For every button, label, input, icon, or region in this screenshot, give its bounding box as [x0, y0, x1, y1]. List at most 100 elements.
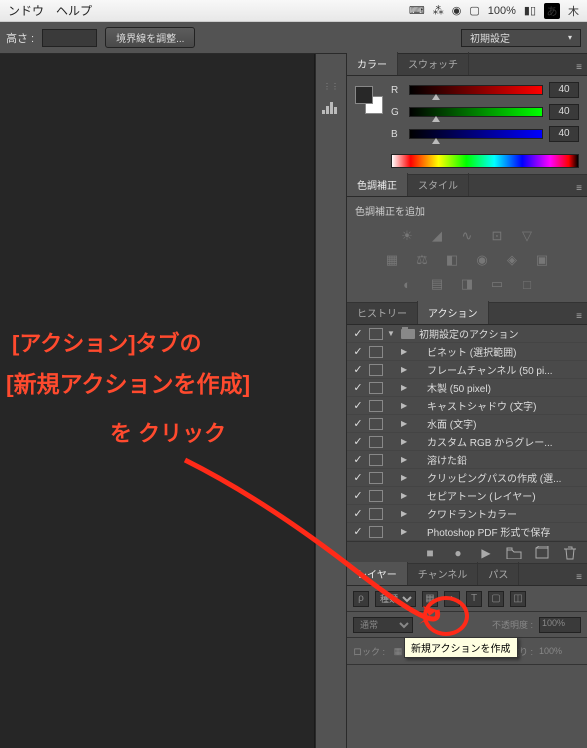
histogram-icon[interactable] [320, 96, 342, 118]
tab-paths[interactable]: パス [478, 562, 519, 585]
twirl-right-icon[interactable]: ▶ [401, 365, 411, 374]
twirl-right-icon[interactable]: ▶ [401, 491, 411, 500]
tab-layers[interactable]: レイヤー [347, 562, 408, 585]
trash-icon[interactable] [561, 545, 579, 561]
twirl-right-icon[interactable]: ▶ [401, 455, 411, 464]
color-spectrum[interactable] [391, 154, 579, 168]
opacity-input[interactable]: 100% [539, 617, 581, 633]
menu-help[interactable]: ヘルプ [56, 2, 92, 19]
photo-filter-icon[interactable]: ◉ [472, 252, 492, 268]
tab-history[interactable]: ヒストリー [347, 301, 418, 324]
dialog-toggle-icon[interactable] [369, 418, 383, 430]
check-icon[interactable]: ✓ [351, 363, 365, 376]
actions-panel-menu-icon[interactable]: ≡ [571, 308, 587, 324]
filter-pixel-icon[interactable]: ▦ [422, 591, 438, 607]
posterize-icon[interactable]: ▤ [427, 276, 447, 292]
selective-color-icon[interactable]: □ [517, 276, 537, 292]
b-slider[interactable] [409, 129, 543, 139]
action-row[interactable]: ✓▶クワドラントカラー [347, 505, 587, 523]
twirl-right-icon[interactable]: ▶ [401, 509, 411, 518]
action-row[interactable]: ✓▶カスタム RGB からグレー... [347, 433, 587, 451]
check-icon[interactable]: ✓ [351, 471, 365, 484]
action-list[interactable]: ✓ ▼ 初期設定のアクション ✓▶ビネット (選択範囲)✓▶フレームチャンネル … [347, 325, 587, 541]
workspace-preset-dropdown[interactable]: 初期設定 [461, 29, 581, 47]
wifi-icon[interactable]: ◉ [452, 4, 462, 17]
twirl-right-icon[interactable]: ▶ [401, 473, 411, 482]
dialog-toggle-icon[interactable] [369, 526, 383, 538]
filter-type-icon2[interactable]: T [466, 591, 482, 607]
layers-panel-menu-icon[interactable]: ≡ [571, 569, 587, 585]
r-slider[interactable] [409, 85, 543, 95]
tab-adjustments[interactable]: 色調補正 [347, 173, 408, 196]
action-row[interactable]: ✓▶セピアトーン (レイヤー) [347, 487, 587, 505]
dialog-toggle-icon[interactable] [369, 436, 383, 448]
tab-actions[interactable]: アクション [418, 301, 489, 324]
check-icon[interactable]: ✓ [351, 417, 365, 430]
twirl-right-icon[interactable]: ▶ [401, 527, 411, 536]
check-icon[interactable]: ✓ [351, 453, 365, 466]
balance-icon[interactable]: ⚖ [412, 252, 432, 268]
filter-adjust-icon[interactable]: ◐ [444, 591, 460, 607]
record-icon[interactable]: ● [449, 545, 467, 561]
twirl-right-icon[interactable]: ▶ [401, 419, 411, 428]
gradient-map-icon[interactable]: ▭ [487, 276, 507, 292]
bw-icon[interactable]: ◧ [442, 252, 462, 268]
check-icon[interactable]: ✓ [351, 327, 365, 340]
tab-channels[interactable]: チャンネル [408, 562, 479, 585]
check-icon[interactable]: ✓ [351, 507, 365, 520]
blend-mode-dropdown[interactable]: 通常 [353, 617, 413, 633]
dialog-toggle-icon[interactable] [369, 346, 383, 358]
dock-gripper-icon[interactable]: ⋮⋮ [319, 82, 343, 90]
clock-day[interactable]: 木 [568, 3, 579, 19]
dialog-toggle-icon[interactable] [369, 364, 383, 376]
tab-color[interactable]: カラー [347, 52, 398, 75]
twirl-right-icon[interactable]: ▶ [401, 347, 411, 356]
dialog-toggle-icon[interactable] [369, 454, 383, 466]
hue-icon[interactable]: ▦ [382, 252, 402, 268]
check-icon[interactable]: ✓ [351, 381, 365, 394]
check-icon[interactable]: ✓ [351, 435, 365, 448]
stop-icon[interactable]: ■ [421, 545, 439, 561]
curves-icon[interactable]: ∿ [457, 228, 477, 244]
ime-indicator[interactable]: あ [544, 3, 560, 19]
action-row[interactable]: ✓▶木製 (50 pixel) [347, 379, 587, 397]
action-set-row[interactable]: ✓ ▼ 初期設定のアクション [347, 325, 587, 343]
color-lookup-icon[interactable]: ▣ [532, 252, 552, 268]
threshold-icon[interactable]: ◨ [457, 276, 477, 292]
r-value[interactable]: 40 [549, 82, 579, 98]
airplay-icon[interactable]: ▢ [469, 4, 479, 17]
action-row[interactable]: ✓▶キャストシャドウ (文字) [347, 397, 587, 415]
vibrance-icon[interactable]: ▽ [517, 228, 537, 244]
twirl-right-icon[interactable]: ▶ [401, 383, 411, 392]
menu-window[interactable]: ンドウ [8, 2, 44, 19]
filter-shape-icon[interactable]: ▢ [488, 591, 504, 607]
action-row[interactable]: ✓▶クリッピングパスの作成 (選... [347, 469, 587, 487]
brightness-icon[interactable]: ☀ [397, 228, 417, 244]
exposure-icon[interactable]: ⊡ [487, 228, 507, 244]
action-row[interactable]: ✓▶Photoshop PDF 形式で保存 [347, 523, 587, 541]
play-icon[interactable]: ▶ [477, 545, 495, 561]
dialog-toggle-icon[interactable] [369, 382, 383, 394]
color-panel-menu-icon[interactable]: ≡ [571, 59, 587, 75]
height-input[interactable] [42, 29, 97, 47]
fill-input[interactable]: 100% [539, 646, 581, 656]
g-value[interactable]: 40 [549, 104, 579, 120]
dialog-toggle-icon[interactable] [369, 472, 383, 484]
dialog-toggle-icon[interactable] [369, 508, 383, 520]
tab-styles[interactable]: スタイル [408, 173, 469, 196]
check-icon[interactable]: ✓ [351, 525, 365, 538]
channel-mixer-icon[interactable]: ◈ [502, 252, 522, 268]
filter-type-icon[interactable]: ρ [353, 591, 369, 607]
check-icon[interactable]: ✓ [351, 489, 365, 502]
bluetooth-icon[interactable]: ⁂ [433, 4, 444, 17]
dialog-toggle-icon[interactable] [369, 400, 383, 412]
twirl-right-icon[interactable]: ▶ [401, 437, 411, 446]
b-value[interactable]: 40 [549, 126, 579, 142]
new-set-icon[interactable] [505, 545, 523, 561]
adjustments-panel-menu-icon[interactable]: ≡ [571, 180, 587, 196]
dialog-toggle-icon[interactable] [369, 490, 383, 502]
action-row[interactable]: ✓▶溶けた鉛 [347, 451, 587, 469]
filter-kind-dropdown[interactable]: 種類 [375, 591, 416, 607]
levels-icon[interactable]: ◢ [427, 228, 447, 244]
lock-transparency-icon[interactable]: ▦ [391, 644, 405, 658]
